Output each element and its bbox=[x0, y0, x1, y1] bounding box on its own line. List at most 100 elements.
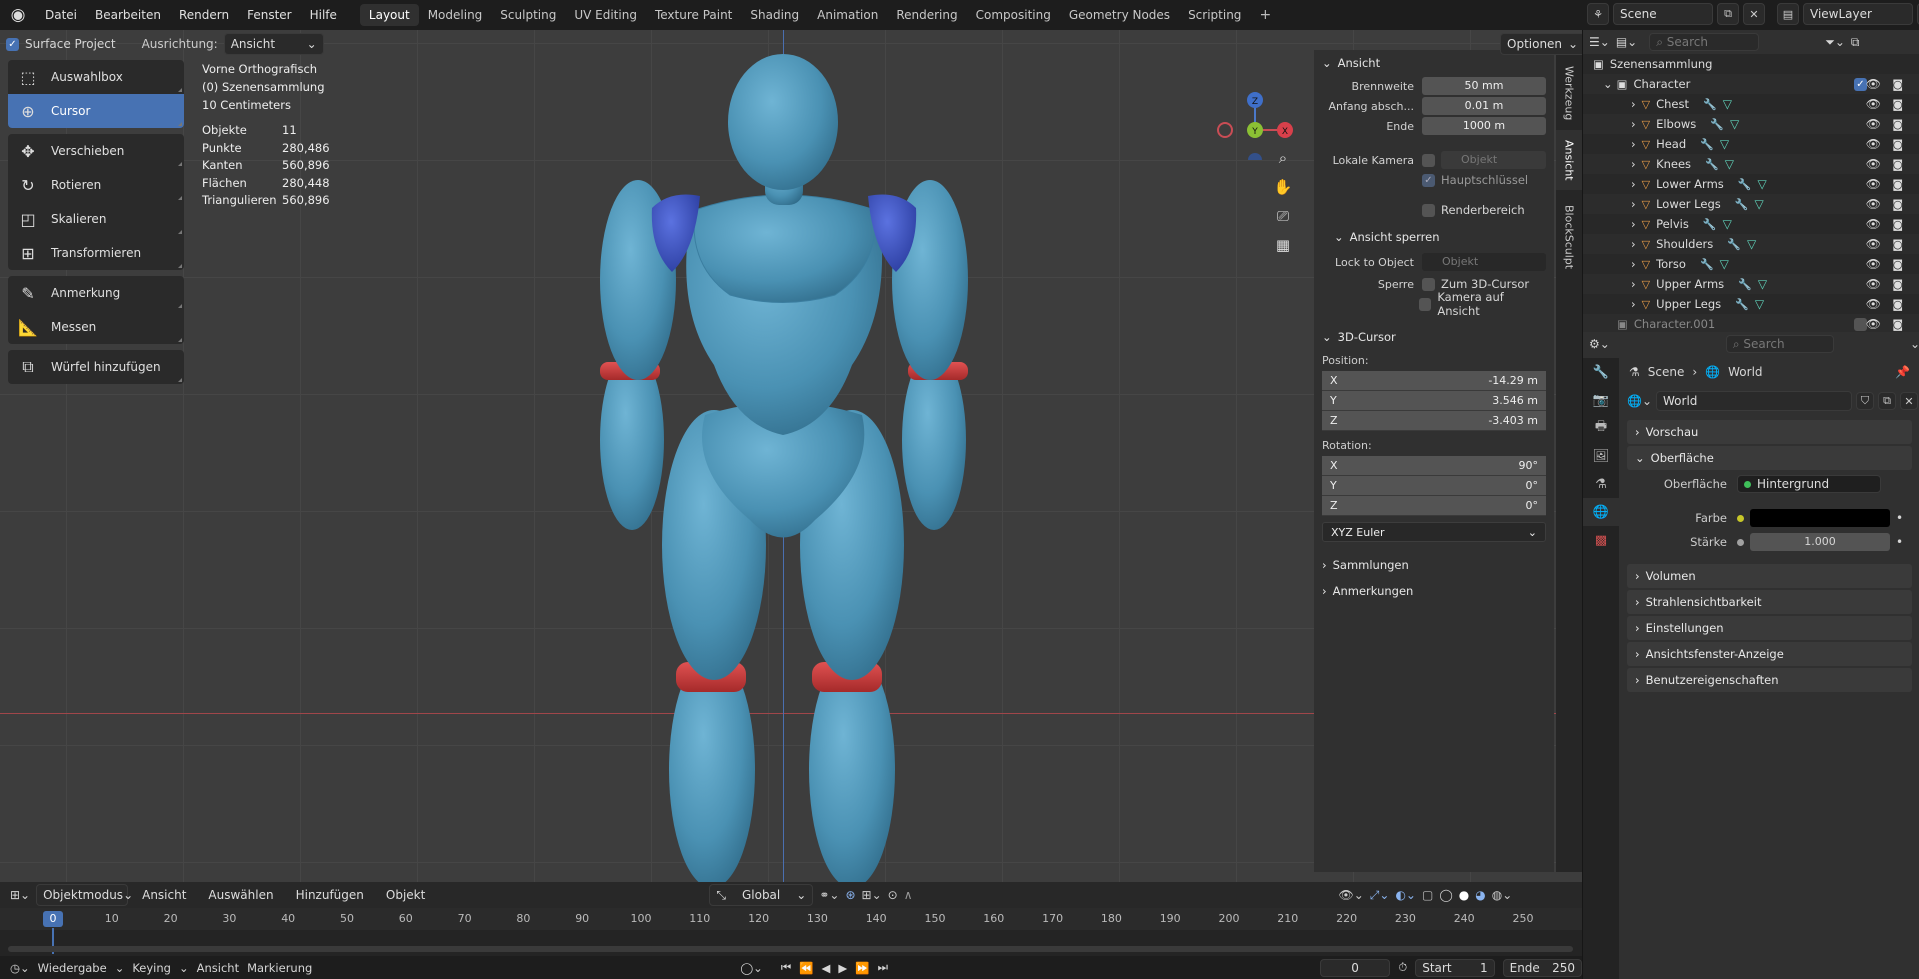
menu-ansicht[interactable]: Ansicht bbox=[134, 888, 194, 902]
rotation-x-field[interactable]: X 90° bbox=[1322, 456, 1546, 476]
tab-animation[interactable]: Animation bbox=[808, 4, 887, 26]
gizmo-toggle-icon[interactable]: ⤢⌄ bbox=[1370, 888, 1390, 903]
menu-datei[interactable]: Datei bbox=[36, 8, 86, 22]
tool-transformieren[interactable]: ⊞ Transformieren bbox=[8, 236, 184, 270]
menu-hinzufuegen[interactable]: Hinzufügen bbox=[288, 888, 372, 902]
section-volumen[interactable]: › Volumen bbox=[1627, 564, 1912, 588]
current-frame-indicator[interactable]: 0 bbox=[43, 911, 63, 927]
tool-properties-icon[interactable]: 🔧 bbox=[1583, 358, 1619, 386]
menu-rendern[interactable]: Rendern bbox=[170, 8, 238, 22]
outliner-item[interactable]: › ▽ Knees 🔧 ▽ 👁 ◙ bbox=[1583, 154, 1919, 174]
section-einstellungen[interactable]: › Einstellungen bbox=[1627, 616, 1912, 640]
snap-target-icon[interactable]: ⊞⌄ bbox=[862, 888, 882, 902]
tool-anmerkung[interactable]: ✎ Anmerkung bbox=[8, 276, 184, 310]
clip-start-field[interactable]: 0.01 m bbox=[1422, 97, 1546, 115]
timeline-scrollbar[interactable] bbox=[8, 946, 1573, 952]
render-camera-icon[interactable]: ◙ bbox=[1892, 258, 1903, 271]
tool-cursor[interactable]: ⊕ Cursor bbox=[8, 94, 184, 128]
outliner-item[interactable]: › ▽ Lower Arms 🔧 ▽ 👁 ◙ bbox=[1583, 174, 1919, 194]
staerke-field[interactable]: 1.000 bbox=[1750, 533, 1890, 551]
render-camera-icon[interactable]: ◙ bbox=[1892, 298, 1903, 311]
end-frame-field[interactable]: Ende 250 bbox=[1502, 958, 1582, 977]
tab-compositing[interactable]: Compositing bbox=[967, 4, 1060, 26]
outliner-item[interactable]: › ▽ Shoulders 🔧 ▽ 👁 ◙ bbox=[1583, 234, 1919, 254]
lokale-kamera-checkbox[interactable] bbox=[1422, 153, 1435, 167]
menu-ansicht-timeline[interactable]: Ansicht bbox=[197, 961, 239, 975]
shading-wireframe-icon[interactable]: ◯ bbox=[1439, 888, 1452, 902]
falloff-icon[interactable]: ∧ bbox=[904, 888, 913, 902]
editor-type-icon[interactable]: ⊞⌄ bbox=[10, 888, 30, 902]
gizmo-neg-z[interactable] bbox=[1248, 153, 1262, 160]
rotation-y-field[interactable]: Y 0° bbox=[1322, 476, 1546, 496]
world-name-field[interactable]: World bbox=[1656, 391, 1852, 411]
new-collection-icon[interactable]: ⧉ bbox=[1851, 35, 1860, 50]
tab-ansicht[interactable]: Ansicht bbox=[1556, 130, 1582, 190]
outliner-item[interactable]: › ▽ Upper Legs 🔧 ▽ 👁 ◙ bbox=[1583, 294, 1919, 314]
menu-auswaehlen[interactable]: Auswählen bbox=[200, 888, 281, 902]
tool-auswahlbox[interactable]: ⬚ Auswahlbox bbox=[8, 60, 184, 94]
eye-icon[interactable]: 👁 bbox=[1866, 197, 1881, 211]
overlay-toggle-icon[interactable]: ◐⌄ bbox=[1395, 888, 1416, 902]
tab-modeling[interactable]: Modeling bbox=[419, 4, 492, 26]
render-camera-icon[interactable]: ◙ bbox=[1892, 178, 1903, 191]
menu-markierung[interactable]: Markierung bbox=[247, 961, 312, 975]
tool-skalieren[interactable]: ◰ Skalieren bbox=[8, 202, 184, 236]
tab-werkzeug[interactable]: Werkzeug bbox=[1556, 58, 1582, 128]
scene-icon[interactable]: ⚘ bbox=[1587, 3, 1609, 25]
renderbereich-checkbox[interactable] bbox=[1422, 203, 1435, 217]
render-camera-icon[interactable]: ◙ bbox=[1892, 158, 1903, 171]
rotation-mode-dropdown[interactable]: XYZ Euler ⌄ bbox=[1322, 522, 1546, 542]
new-scene-icon[interactable]: ⧉ bbox=[1717, 3, 1739, 25]
editor-type-icon[interactable]: ◷⌄ bbox=[10, 961, 30, 975]
autokey-icon[interactable]: ◯⌄ bbox=[740, 961, 763, 975]
cursor-y-field[interactable]: Y 3.546 m bbox=[1322, 391, 1546, 411]
eye-icon[interactable]: 👁 bbox=[1866, 237, 1881, 251]
view-layer-field[interactable]: ViewLayer bbox=[1803, 3, 1913, 25]
tab-scripting[interactable]: Scripting bbox=[1179, 4, 1250, 26]
shading-rendered-icon[interactable]: ◍⌄ bbox=[1492, 888, 1513, 902]
tab-layout[interactable]: Layout bbox=[359, 4, 419, 26]
section-vorschau[interactable]: › Vorschau bbox=[1627, 420, 1912, 444]
jump-start-icon[interactable]: ⏮ bbox=[781, 960, 791, 975]
eye-icon[interactable]: 👁 bbox=[1866, 157, 1881, 171]
new-world-icon[interactable]: ⧉ bbox=[1878, 392, 1896, 410]
section-sammlungen[interactable]: › Sammlungen bbox=[1314, 552, 1554, 578]
render-camera-icon[interactable]: ◙ bbox=[1892, 238, 1903, 251]
output-properties-icon[interactable]: 🖶 bbox=[1583, 414, 1619, 442]
clip-end-field[interactable]: 1000 m bbox=[1422, 117, 1546, 135]
outliner-item[interactable]: › ▽ Upper Arms 🔧 ▽ 👁 ◙ bbox=[1583, 274, 1919, 294]
timeline-ruler[interactable]: 0 10 20 30 40 50 60 70 80 90 100 110 120 130 140 150 16… bbox=[0, 908, 1582, 930]
render-camera-icon[interactable]: ◙ bbox=[1892, 318, 1903, 331]
outliner-item[interactable]: › ▽ Torso 🔧 ▽ 👁 ◙ bbox=[1583, 254, 1919, 274]
scene-field[interactable]: Scene bbox=[1613, 3, 1713, 25]
outliner-item[interactable]: › ▽ Elbows 🔧 ▽ 👁 ◙ bbox=[1583, 114, 1919, 134]
add-workspace-icon[interactable]: + bbox=[1250, 4, 1280, 26]
tool-wuerfel-hinzufuegen[interactable]: ⧉ Würfel hinzufügen bbox=[8, 350, 184, 384]
filter-icon[interactable]: ⏷⌄ bbox=[1825, 35, 1845, 50]
blender-logo-icon[interactable]: ◉ bbox=[0, 0, 36, 30]
render-camera-icon[interactable]: ◙ bbox=[1892, 198, 1903, 211]
outliner-item[interactable]: › ▽ Chest 🔧 ▽ 👁 ◙ bbox=[1583, 94, 1919, 114]
keyframe-dot-icon[interactable]: • bbox=[1896, 511, 1903, 525]
render-camera-icon[interactable]: ◙ bbox=[1892, 78, 1903, 91]
zum-3d-cursor-checkbox[interactable] bbox=[1422, 277, 1435, 291]
prev-keyframe-icon[interactable]: ⏪ bbox=[799, 961, 813, 975]
alignment-dropdown[interactable]: Ansicht ⌄ bbox=[223, 33, 324, 55]
outliner-collection-character[interactable]: ⌄ ▣ Character ✓ 👁 ◙ bbox=[1583, 74, 1919, 94]
render-camera-icon[interactable]: ◙ bbox=[1892, 98, 1903, 111]
lock-object-field[interactable]: Objekt bbox=[1422, 253, 1546, 271]
camera-view-icon[interactable]: ⎚ bbox=[1270, 203, 1296, 229]
section-benutzereigenschaften[interactable]: › Benutzereigenschaften bbox=[1627, 668, 1912, 692]
menu-hilfe[interactable]: Hilfe bbox=[301, 8, 346, 22]
cursor-x-field[interactable]: X -14.29 m bbox=[1322, 371, 1546, 391]
eye-icon[interactable]: 👁 bbox=[1866, 217, 1881, 231]
unlink-world-icon[interactable]: ✕ bbox=[1900, 392, 1918, 410]
render-properties-icon[interactable]: 📷 bbox=[1583, 386, 1619, 414]
xray-icon[interactable]: ▢ bbox=[1422, 888, 1433, 902]
options-dropdown[interactable]: Optionen ⌄ bbox=[1500, 33, 1582, 55]
eye-icon[interactable]: 👁 bbox=[1866, 77, 1881, 91]
current-frame-field[interactable]: 0 bbox=[1319, 958, 1391, 977]
brennweite-field[interactable]: 50 mm bbox=[1422, 77, 1546, 95]
eye-icon[interactable]: 👁 bbox=[1866, 97, 1881, 111]
proportional-edit-icon[interactable]: ⊙ bbox=[888, 888, 898, 902]
